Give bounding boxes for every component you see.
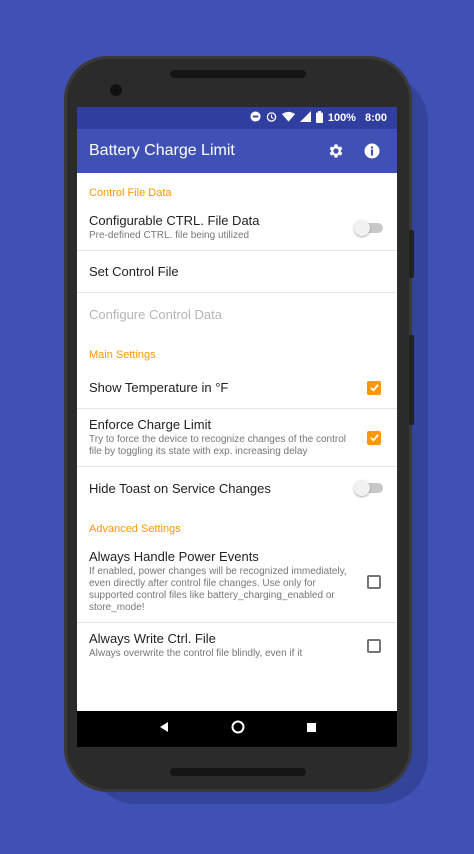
pref-summary: Try to force the device to recognize cha… (89, 434, 346, 457)
pref-hide-toast[interactable]: Hide Toast on Service Changes (77, 467, 397, 509)
hide-toast-switch[interactable] (354, 480, 383, 496)
pref-set-control-file[interactable]: Set Control File (77, 251, 397, 293)
settings-button[interactable] (323, 138, 349, 164)
signal-lte-icon (299, 111, 311, 125)
switch-knob (354, 219, 370, 236)
pref-title: Hide Toast on Service Changes (89, 480, 271, 496)
pref-configurable-ctrl-file[interactable]: Configurable CTRL. File Data Pre-defined… (77, 205, 397, 251)
section-header-advanced-settings: Advanced Settings (89, 523, 181, 535)
pref-text: Enforce Charge Limit Try to force the de… (89, 417, 367, 458)
pref-title: Enforce Charge Limit (89, 417, 212, 432)
enforce-charge-limit-checkbox[interactable] (367, 430, 381, 445)
pref-text: Configure Control Data (89, 307, 385, 322)
write-ctrl-file-checkbox[interactable] (367, 638, 381, 653)
pref-configure-control-data: Configure Control Data (77, 293, 397, 335)
pref-text: Configurable CTRL. File Data Pre-defined… (89, 213, 357, 242)
app-title: Battery Charge Limit (89, 142, 235, 159)
navigation-bar (77, 711, 397, 747)
top-speaker (170, 70, 306, 78)
pref-text: Hide Toast on Service Changes (89, 481, 357, 496)
pref-text: Set Control File (89, 264, 385, 279)
pref-title: Set Control File (89, 264, 179, 279)
screen: 100% 8:00 Battery Charge Limit Control F… (77, 107, 397, 747)
switch-knob (354, 480, 370, 496)
battery-icon (315, 110, 323, 126)
pref-summary: Always overwrite the control file blindl… (89, 648, 303, 659)
back-button[interactable] (158, 720, 170, 738)
bottom-speaker (170, 768, 306, 776)
configurable-ctrl-switch[interactable] (354, 219, 383, 236)
back-icon (159, 722, 168, 732)
pref-text: Always Write Ctrl. File Always overwrite… (89, 631, 367, 660)
pref-title: Configurable CTRL. File Data (89, 213, 260, 228)
pref-summary: If enabled, power changes will be recogn… (89, 566, 347, 613)
settings-icon (329, 144, 343, 158)
volume-button (409, 335, 414, 425)
section-header-control-file: Control File Data (89, 187, 172, 199)
info-icon (364, 143, 380, 159)
front-camera (110, 84, 122, 96)
battery-percentage: 100% (327, 112, 356, 124)
home-icon (231, 720, 244, 733)
section-header-main-settings: Main Settings (89, 349, 156, 361)
pref-text: Show Temperature in °F (89, 380, 367, 395)
pref-text: Always Handle Power Events If enabled, p… (89, 549, 367, 614)
pref-summary: Pre-defined CTRL. file being utilized (89, 230, 250, 241)
info-button[interactable] (359, 138, 385, 164)
wifi-icon (281, 111, 295, 125)
pref-always-write-ctrl-file[interactable]: Always Write Ctrl. File Always overwrite… (77, 623, 397, 668)
check-icon (369, 434, 379, 442)
recents-button[interactable] (306, 720, 317, 738)
settings-list[interactable]: Control File Data Configurable CTRL. Fil… (77, 173, 397, 713)
check-icon (369, 384, 379, 392)
app-bar: Battery Charge Limit (77, 129, 397, 173)
show-temperature-checkbox[interactable] (367, 380, 381, 395)
clock: 8:00 (364, 112, 387, 124)
do-not-disturb-icon (250, 111, 261, 125)
pref-enforce-charge-limit[interactable]: Enforce Charge Limit Try to force the de… (77, 409, 397, 467)
recents-icon (306, 723, 316, 732)
power-events-checkbox[interactable] (367, 574, 381, 589)
pref-always-handle-power-events[interactable]: Always Handle Power Events If enabled, p… (77, 541, 397, 623)
status-bar: 100% 8:00 (77, 107, 397, 129)
alarm-icon (266, 111, 277, 125)
pref-title: Always Write Ctrl. File (89, 631, 216, 646)
power-button (409, 230, 414, 278)
home-button[interactable] (231, 720, 245, 739)
pref-title: Show Temperature in °F (89, 380, 229, 395)
pref-show-temperature[interactable]: Show Temperature in °F (77, 367, 397, 409)
pref-title: Always Handle Power Events (89, 549, 259, 564)
pref-title: Configure Control Data (89, 306, 222, 322)
